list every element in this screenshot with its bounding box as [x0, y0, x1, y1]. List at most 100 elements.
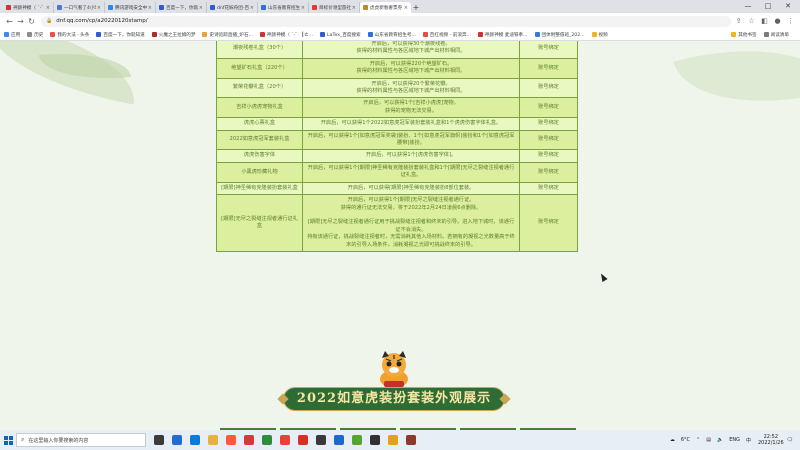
other-bookmarks[interactable]: 其他书签	[731, 32, 757, 38]
bookmark-item[interactable]: LaTex_百度搜索	[320, 32, 361, 38]
taskbar-app-icon[interactable]	[150, 430, 168, 450]
tab-close-icon[interactable]: ×	[199, 5, 203, 11]
bookmark-item[interactable]: 团体附整值班_202...	[534, 32, 585, 38]
item-name: 繁荣花瓣礼盒（20个）	[216, 77, 303, 99]
taskbar-app-icon[interactable]	[222, 430, 240, 450]
notification-icon[interactable]: 🗨	[787, 437, 793, 443]
bookmark-favicon-icon	[50, 32, 56, 37]
tab-close-icon[interactable]: ×	[301, 5, 305, 11]
bookmark-item[interactable]: 神颜神模（ `-゛ ┃ㄜ...	[259, 32, 313, 38]
bookmark-item[interactable]: 山东省教育招生考...	[367, 32, 416, 38]
app-glyph-icon	[226, 435, 236, 445]
reload-icon[interactable]: ↻	[26, 16, 37, 27]
bookmark-item[interactable]: 百度一下，你就知道	[96, 32, 145, 38]
bookmark-label: 历史	[34, 32, 44, 38]
forward-icon[interactable]: →	[15, 16, 26, 27]
taskbar-app-icon[interactable]	[348, 430, 366, 450]
item-name: 虎虎心票礼盒	[216, 117, 303, 131]
browser-tab[interactable]: 腾讯游戏安全中心 - 腾讯游戏×	[105, 2, 156, 13]
url-field[interactable]: 🔒	[41, 15, 731, 27]
tab-title: 一口气看了4小时！超级爆发，拍摄故事	[64, 5, 96, 11]
clock-date: 2022/1/26	[758, 440, 784, 446]
extensions-icon[interactable]: ◧	[759, 16, 770, 27]
browser-tab[interactable]: 目标价领型旅社-通过系统检查×	[309, 2, 360, 13]
bookmark-item[interactable]: 火魔之王拉姆的梦	[151, 32, 195, 38]
item-description: 开启后，可以获得[期限]神圣稀有克隆装扮8部位套装。	[302, 181, 520, 196]
taskbar-app-icon[interactable]	[312, 430, 330, 450]
taskbar-app-icon[interactable]	[366, 430, 384, 450]
tab-close-icon[interactable]: ×	[352, 5, 356, 11]
tab-close-icon[interactable]: ×	[404, 5, 408, 11]
tab-close-icon[interactable]: ×	[97, 5, 101, 11]
table-row: [期限]无尽之裂缝注视者通行证礼盒 开启后，可以获得1个[期限]无尽之裂缝注视者通…	[216, 194, 578, 252]
bookmark-item[interactable]: 神颜神模 麦迪铁奉...	[477, 32, 528, 38]
app-glyph-icon	[154, 435, 164, 445]
share-icon[interactable]: ⇪	[733, 16, 744, 27]
bookmark-label: 我的大法 · 头条	[57, 32, 90, 38]
taskbar-app-icon[interactable]	[276, 430, 294, 450]
taskbar-app-icon[interactable]	[240, 430, 258, 450]
clock[interactable]: 22:52 2022/1/26	[758, 434, 784, 446]
tab-favicon-icon	[57, 5, 62, 10]
bookmark-star-icon[interactable]: ☆	[746, 16, 757, 27]
table-row: [期限]神圣稀有克隆装扮套装礼盒 开启后，可以获得[期限]神圣稀有克隆装扮8部位套…	[216, 181, 578, 196]
ime-label[interactable]: ENG	[729, 437, 740, 443]
browser-tab[interactable]: 一口气看了4小时！超级爆发，拍摄故事×	[54, 2, 105, 13]
leaf-decoration	[673, 41, 800, 130]
app-glyph-icon	[370, 435, 380, 445]
menu-icon[interactable]: ⋮	[785, 16, 796, 27]
browser-tab[interactable]: 虎虎新春奢票券 - DNF官网-腾讯×	[360, 2, 411, 13]
bookmark-favicon-icon	[27, 32, 33, 37]
tab-favicon-icon	[6, 5, 11, 10]
bookmark-item[interactable]: 百红视频 - 前浪奔...	[422, 32, 471, 38]
browser-tab[interactable]: dnf花嫁舟团-百度知道-运营组×	[207, 2, 258, 13]
tray-arrow-icon[interactable]: ⌃	[696, 437, 700, 443]
browser-tab[interactable]: 山东省教育招生考试院×	[258, 2, 309, 13]
taskbar-app-icon[interactable]	[168, 430, 186, 450]
bookmark-favicon-icon	[320, 32, 326, 37]
minimize-button[interactable]: —	[738, 0, 758, 13]
taskbar-search[interactable]: ⌕ 在这里输入你要搜索的内容	[16, 433, 146, 447]
weather-icon[interactable]: ☁	[670, 437, 675, 443]
close-window-button[interactable]: ✕	[778, 0, 798, 13]
network-icon[interactable]: ▤	[706, 437, 711, 443]
bookmark-item[interactable]: 我的大法 · 头条	[50, 32, 89, 38]
tab-close-icon[interactable]: ×	[148, 5, 152, 11]
bookmark-item[interactable]: 视频	[591, 32, 608, 38]
tab-favicon-icon	[210, 5, 215, 10]
profile-icon[interactable]: ●	[772, 16, 783, 27]
page-viewport[interactable]: 潮夜残卷礼盒（30个） 开启后，可以获得30个潮夜残卷。 获得的材料属性与各区域地下…	[0, 41, 800, 430]
back-icon[interactable]: ←	[4, 16, 15, 27]
taskbar-app-icon[interactable]	[402, 430, 420, 450]
bookmark-item[interactable]: 史诗追踪直播_炉石...	[202, 32, 253, 38]
taskbar-app-icon[interactable]	[294, 430, 312, 450]
taskbar-app-icon[interactable]	[204, 430, 222, 450]
item-description: 开启后，可以获得1个[吉祥小虎虎]宠物。 获得的宠物无法交易。	[302, 97, 520, 119]
item-name: [期限]神圣稀有克隆装扮套装礼盒	[216, 181, 303, 196]
tab-close-icon[interactable]: ×	[46, 5, 50, 11]
taskbar-app-icon[interactable]	[186, 430, 204, 450]
ime-mode[interactable]: 中	[746, 437, 751, 444]
start-button[interactable]	[0, 430, 16, 450]
taskbar-apps	[150, 430, 420, 450]
tab-close-icon[interactable]: ×	[250, 5, 254, 11]
maximize-button[interactable]: □	[758, 0, 778, 13]
new-tab-button[interactable]: +	[411, 2, 421, 13]
bookmark-item[interactable]: 历史	[27, 32, 43, 38]
taskbar-app-icon[interactable]	[330, 430, 348, 450]
app-glyph-icon	[406, 435, 416, 445]
taskbar-app-icon[interactable]	[384, 430, 402, 450]
browser-tab[interactable]: 神颜神模（ `-゛ ｀┃ㄜ 平岁一×	[3, 2, 54, 13]
bookmark-item[interactable]: 应用	[4, 32, 20, 38]
taskbar-app-icon[interactable]	[258, 430, 276, 450]
volume-icon[interactable]: 🔈	[717, 437, 723, 443]
item-description: 开启后，可以获得1个[期限]神圣稀有克隆装扮套装礼盒和1个[期限]无尽之裂缝注视…	[302, 161, 520, 183]
url-input[interactable]	[56, 18, 726, 24]
table-row: 绝望矿石礼盒（220个） 开启后，可以获得220个绝望矿石。 获得的材料属性与各区域…	[216, 57, 578, 79]
rewards-table: 潮夜残卷礼盒（30个） 开启后，可以获得30个潮夜残卷。 获得的材料属性与各区域地下…	[216, 41, 578, 252]
bookmark-favicon-icon	[422, 32, 428, 37]
item-binding: 账号绑定	[519, 117, 578, 131]
browser-tab[interactable]: 百度一下，你就知道×	[156, 2, 207, 13]
reading-list[interactable]: 阅读清单	[763, 32, 789, 38]
table-row: 吉祥小虎虎宠物礼盒 开启后，可以获得1个[吉祥小虎虎]宠物。 获得的宠物无法交易。账…	[216, 97, 578, 119]
